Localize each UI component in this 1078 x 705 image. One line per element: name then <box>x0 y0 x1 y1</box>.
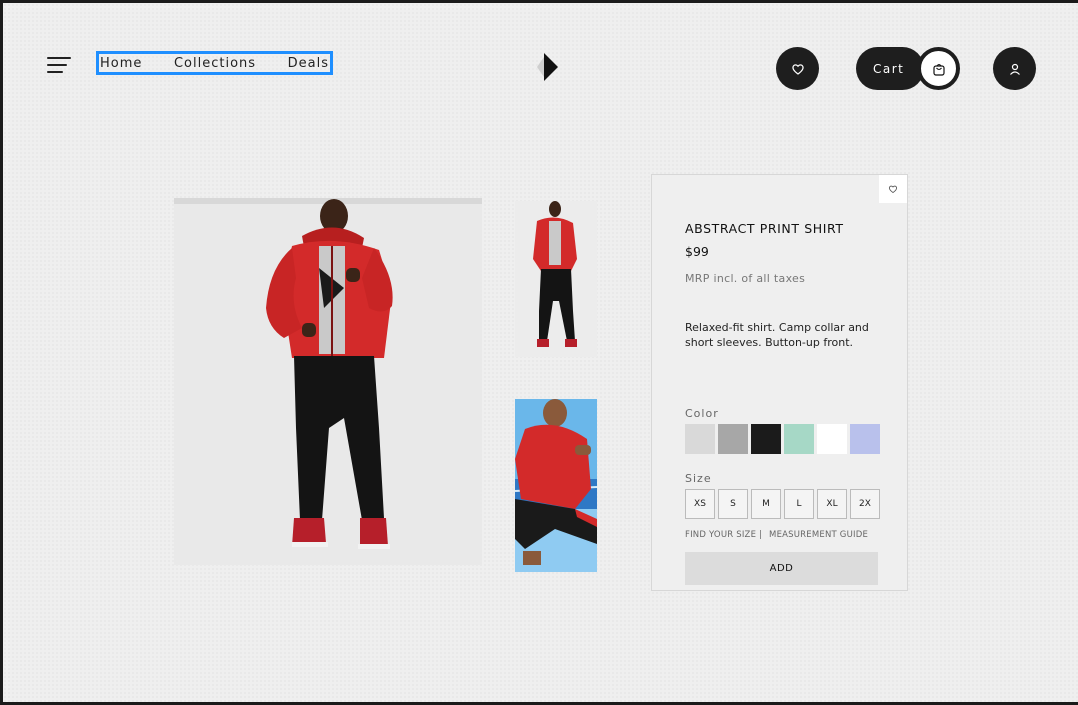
product-price: $99 <box>685 244 709 259</box>
product-title: ABSTRACT PRINT SHIRT <box>685 221 844 236</box>
favorite-icon <box>791 63 804 75</box>
logo-icon[interactable] <box>527 50 561 84</box>
nav-deals[interactable]: Deals <box>288 56 329 71</box>
favorite-button[interactable] <box>776 47 819 90</box>
color-swatch[interactable] <box>685 424 715 454</box>
size-options: XS S M L XL 2X <box>685 489 880 519</box>
color-swatch[interactable] <box>850 424 880 454</box>
product-description: Relaxed-fit shirt. Camp collar and short… <box>685 321 869 349</box>
size-option[interactable]: XS <box>685 489 715 519</box>
product-thumbnail[interactable] <box>515 201 597 357</box>
nav-home[interactable]: Home <box>100 56 142 71</box>
tax-note: MRP incl. of all taxes <box>685 272 806 285</box>
menu-line <box>47 71 63 73</box>
wishlist-button[interactable] <box>879 175 907 203</box>
size-option[interactable]: 2X <box>850 489 880 519</box>
find-your-size-link[interactable]: FIND YOUR SIZE | <box>685 530 762 540</box>
size-links: FIND YOUR SIZE | MEASUREMENT GUIDE <box>685 530 868 540</box>
size-option[interactable]: M <box>751 489 781 519</box>
page: Home Collections Deals Cart ABSTRACT PRI… <box>3 3 1078 702</box>
size-option[interactable]: XL <box>817 489 847 519</box>
menu-line <box>47 64 67 66</box>
menu-line <box>47 57 71 59</box>
product-main-image[interactable] <box>174 198 482 565</box>
menu-icon[interactable] <box>47 55 75 75</box>
color-swatches <box>685 424 880 454</box>
nav-collections[interactable]: Collections <box>174 56 256 71</box>
size-option[interactable]: L <box>784 489 814 519</box>
user-button[interactable] <box>993 47 1036 90</box>
color-swatch[interactable] <box>751 424 781 454</box>
bag-icon <box>932 63 945 76</box>
add-to-cart-button[interactable]: ADD <box>685 552 878 585</box>
color-swatch[interactable] <box>784 424 814 454</box>
favorite-icon <box>888 185 898 194</box>
user-icon <box>1009 63 1020 75</box>
main-nav: Home Collections Deals <box>96 51 333 75</box>
color-swatch[interactable] <box>817 424 847 454</box>
measurement-guide-link[interactable]: MEASUREMENT GUIDE <box>769 530 868 540</box>
size-option[interactable]: S <box>718 489 748 519</box>
product-detail-panel: ABSTRACT PRINT SHIRT $99 MRP incl. of al… <box>651 174 908 591</box>
cart-label: Cart <box>873 61 905 76</box>
size-label: Size <box>685 472 712 485</box>
bag-button[interactable] <box>917 47 960 90</box>
color-swatch[interactable] <box>718 424 748 454</box>
product-thumbnail[interactable] <box>515 399 597 572</box>
cart-button[interactable]: Cart <box>856 47 924 90</box>
color-label: Color <box>685 407 719 420</box>
